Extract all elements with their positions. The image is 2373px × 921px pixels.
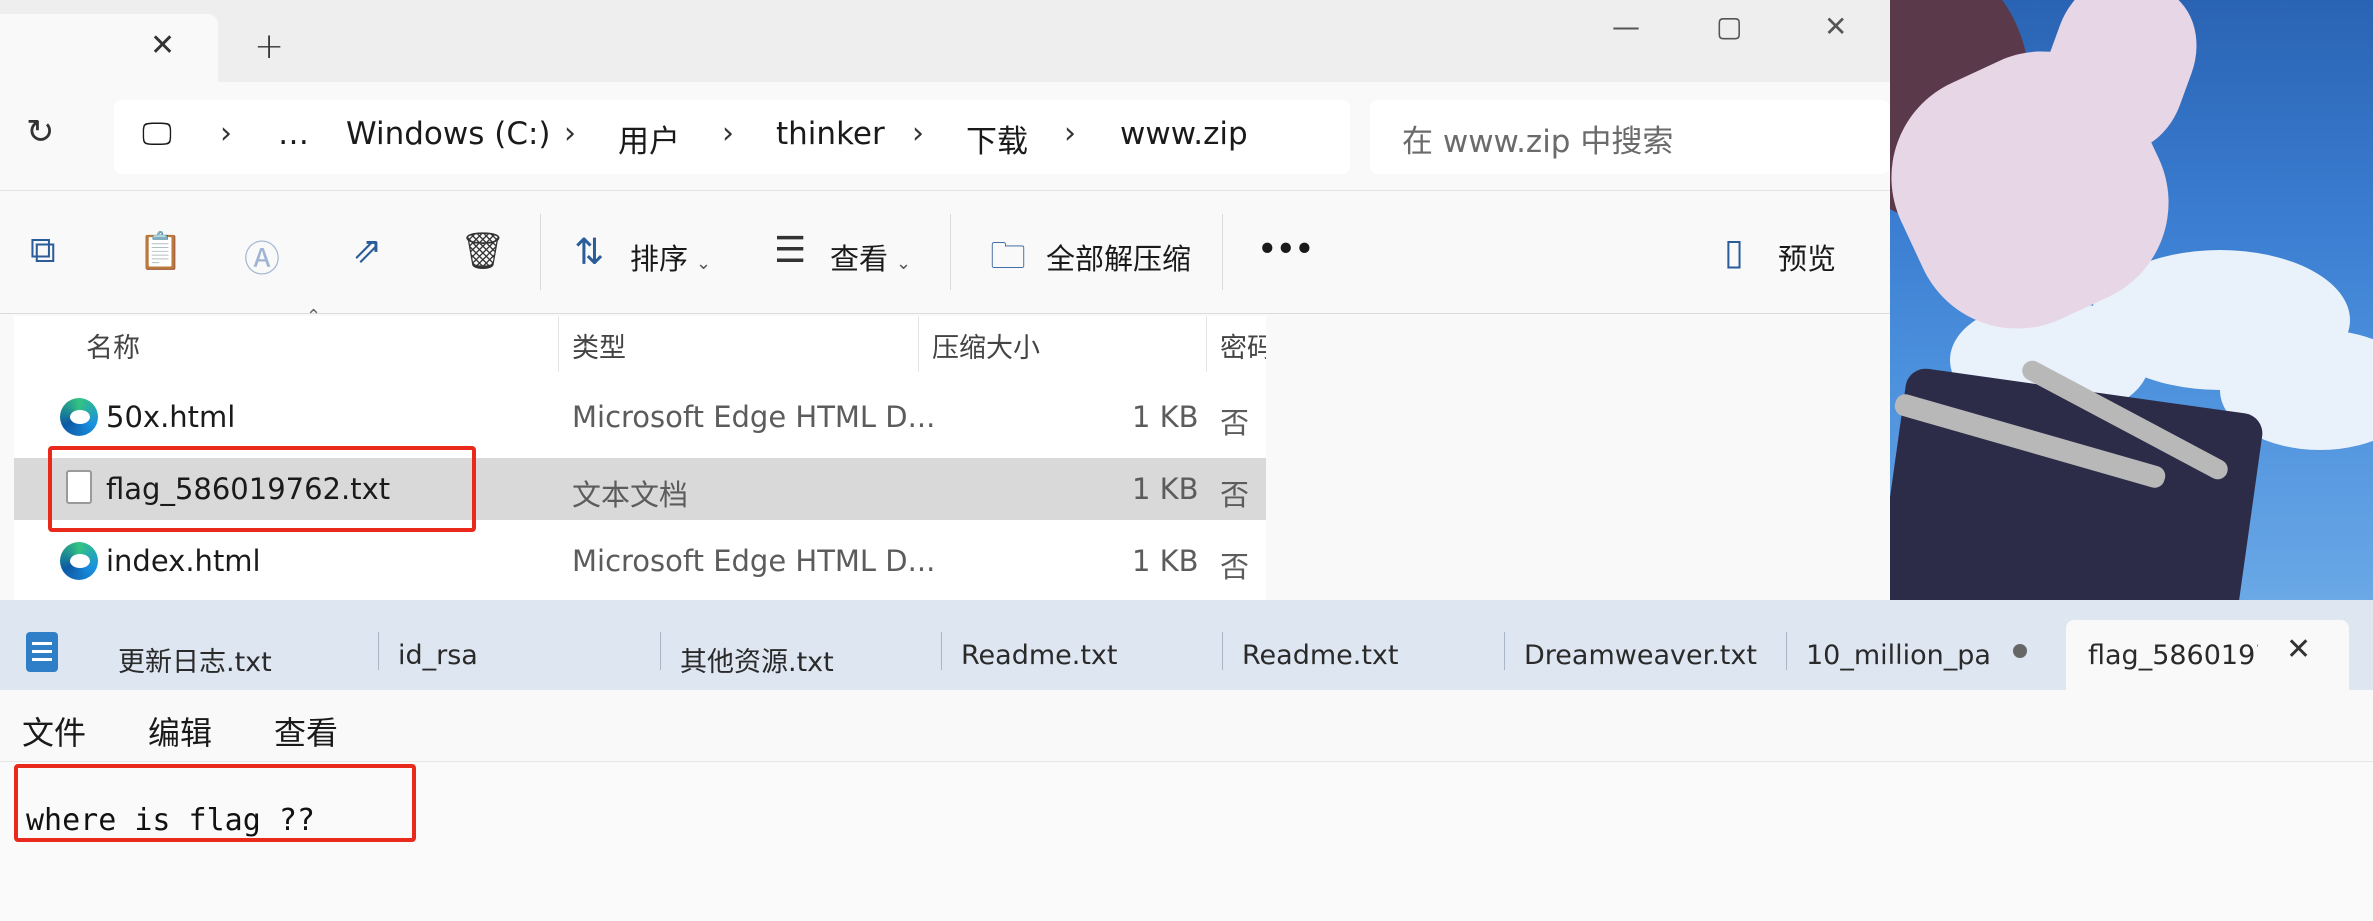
view-button[interactable]: 查看 ⌄: [830, 236, 911, 278]
notepad-tab-unsaved[interactable]: 10_million_pass: [1806, 640, 1990, 671]
notepad-tab[interactable]: id_rsa: [398, 640, 638, 671]
menu-edit[interactable]: 编辑: [148, 708, 212, 754]
column-header-size[interactable]: 压缩大小: [932, 326, 1040, 365]
file-row[interactable]: 50x.html Microsoft Edge HTML D... 1 KB 否: [14, 386, 1266, 448]
tab-divider: [1222, 632, 1223, 670]
chevron-right-icon[interactable]: ›: [220, 116, 232, 151]
file-name: index.html: [106, 544, 261, 578]
notepad-tab[interactable]: Dreamweaver.txt: [1524, 640, 1764, 671]
file-name: 50x.html: [106, 400, 236, 434]
minimize-button[interactable]: —: [1612, 10, 1640, 43]
breadcrumb-user[interactable]: thinker: [776, 116, 885, 152]
search-input[interactable]: 在 www.zip 中搜索: [1402, 116, 1673, 161]
notepad-tab-active-label[interactable]: flag_58601976: [2088, 640, 2258, 671]
sort-icon[interactable]: ⇅: [574, 232, 604, 273]
file-type: Microsoft Edge HTML D...: [572, 400, 936, 434]
menu-file[interactable]: 文件: [22, 708, 86, 754]
file-size: 1 KB: [1132, 472, 1199, 506]
breadcrumb-overflow[interactable]: …: [278, 116, 309, 152]
file-password: 否: [1220, 478, 1250, 512]
chevron-down-icon: ⌄: [896, 253, 912, 274]
column-header-name[interactable]: 名称: [86, 326, 140, 365]
file-size: 1 KB: [1132, 400, 1199, 434]
refresh-icon[interactable]: ↻: [26, 112, 55, 152]
extract-folder-icon[interactable]: 🗀: [990, 230, 1026, 291]
file-password: 否: [1220, 406, 1250, 440]
notepad-tab[interactable]: 更新日志.txt: [118, 640, 358, 679]
tab-divider: [660, 632, 661, 670]
tab-divider: [941, 632, 942, 670]
close-tab-icon[interactable]: ✕: [2286, 632, 2311, 667]
extract-all-button[interactable]: 全部解压缩: [1046, 236, 1191, 278]
toolbar-divider: [1222, 214, 1223, 290]
tab-divider: [378, 632, 379, 670]
notepad-tab[interactable]: Readme.txt: [1242, 640, 1482, 671]
maximize-button[interactable]: ▢: [1716, 10, 1742, 43]
sort-label: 排序: [630, 242, 689, 276]
file-size: 1 KB: [1132, 544, 1199, 578]
toolbar-divider: [540, 214, 541, 290]
explorer-tab-bar: ✕ + — ▢ ✕: [0, 0, 1890, 82]
column-divider[interactable]: [1206, 316, 1207, 372]
view-label: 查看: [830, 242, 889, 276]
file-type: 文本文档: [572, 478, 689, 512]
file-password: 否: [1220, 550, 1250, 584]
sort-button[interactable]: 排序 ⌄: [630, 236, 711, 278]
chevron-right-icon[interactable]: ›: [1064, 116, 1076, 151]
column-divider[interactable]: [558, 316, 559, 372]
chevron-right-icon[interactable]: ›: [912, 116, 924, 151]
toolbar-divider: [950, 214, 951, 290]
edge-html-icon: [60, 542, 98, 580]
highlight-box: [14, 764, 416, 842]
tab-divider: [1504, 632, 1505, 670]
column-header-type[interactable]: 类型: [572, 326, 626, 365]
close-window-button[interactable]: ✕: [1824, 10, 1847, 43]
view-icon[interactable]: ☰: [774, 230, 806, 271]
new-tab-button[interactable]: +: [254, 26, 284, 67]
copy-icon[interactable]: ⧉: [30, 230, 56, 272]
delete-icon[interactable]: 🗑: [460, 230, 506, 272]
more-options-button[interactable]: •••: [1258, 232, 1314, 266]
notepad-tab[interactable]: Readme.txt: [961, 640, 1201, 671]
explorer-tab[interactable]: [0, 14, 218, 82]
rename-icon[interactable]: Ⓐ: [244, 230, 280, 282]
chevron-right-icon[interactable]: ›: [564, 116, 576, 151]
share-icon[interactable]: ⇗: [352, 230, 382, 271]
breadcrumb-users[interactable]: 用户: [618, 116, 680, 161]
desktop-wallpaper: [1890, 0, 2373, 600]
preview-button[interactable]: 预览: [1778, 236, 1836, 278]
command-bar: [0, 190, 1890, 314]
preview-pane-icon[interactable]: ▯: [1724, 232, 1744, 273]
notepad-menu-bar: [0, 690, 2373, 762]
sort-ascending-icon: ⌃: [306, 306, 322, 327]
edge-html-icon: [60, 398, 98, 436]
breadcrumb-downloads[interactable]: 下载: [966, 116, 1028, 161]
tab-divider: [1786, 632, 1787, 670]
file-type: Microsoft Edge HTML D...: [572, 544, 936, 578]
file-explorer-window: ✕ + — ▢ ✕ ↻ 🖵 › … Windows (C:) › 用户 › th…: [0, 0, 1890, 600]
paste-icon[interactable]: 📋: [138, 230, 183, 272]
chevron-right-icon[interactable]: ›: [722, 116, 734, 151]
menu-view[interactable]: 查看: [274, 708, 338, 754]
computer-icon[interactable]: 🖵: [142, 116, 172, 153]
notepad-tab[interactable]: 其他资源.txt: [680, 640, 920, 679]
close-tab-icon[interactable]: ✕: [150, 28, 175, 63]
highlight-box: [48, 446, 476, 532]
notepad-app-icon: [26, 632, 58, 672]
column-header-password[interactable]: 密码: [1220, 326, 1266, 365]
chevron-down-icon: ⌄: [696, 253, 712, 274]
file-row[interactable]: index.html Microsoft Edge HTML D... 1 KB…: [14, 530, 1266, 592]
column-divider[interactable]: [918, 316, 919, 372]
unsaved-dot-icon: [2013, 644, 2027, 658]
breadcrumb-drive[interactable]: Windows (C:): [346, 116, 551, 152]
breadcrumb-zip[interactable]: www.zip: [1120, 116, 1248, 152]
